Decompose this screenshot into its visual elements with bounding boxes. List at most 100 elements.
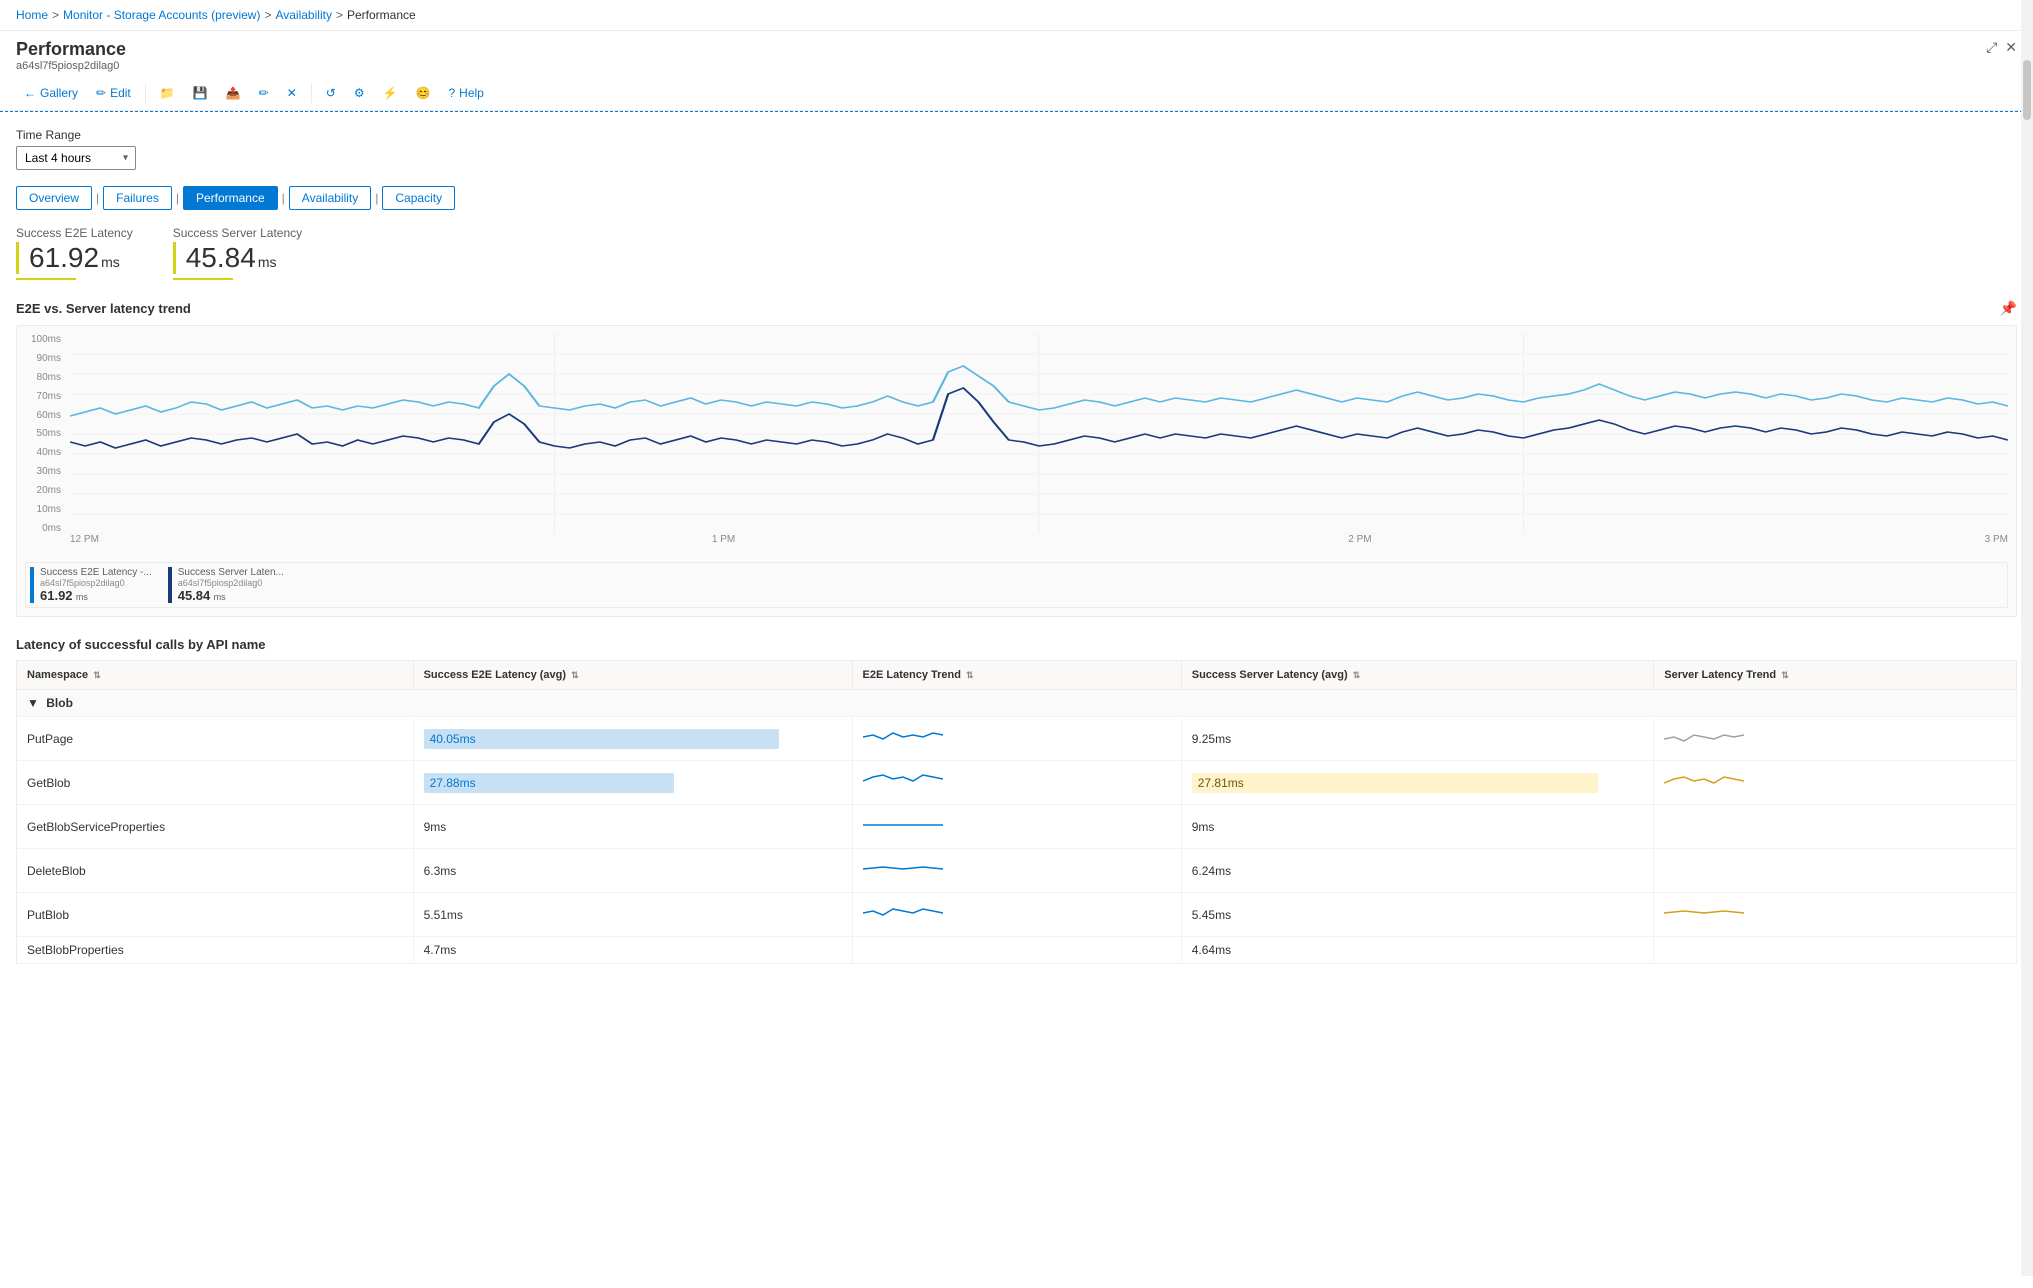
metric-e2e-unit: ms <box>101 254 120 270</box>
chart-legend: Success E2E Latency -... a64sl7f5piosp2d… <box>25 562 2008 608</box>
table-row: GetBlobServiceProperties 9ms 9ms <box>17 805 2017 849</box>
edit-icon: ✏ <box>96 86 106 100</box>
table-body: ▼ Blob PutPage 40.05ms 9.25ms <box>17 690 2017 964</box>
x-label-1pm: 1 PM <box>712 534 735 545</box>
time-range-section: Time Range Last 4 hours Last 1 hour Last… <box>16 128 2017 170</box>
legend-server: Success Server Laten... a64sl7f5piosp2di… <box>168 567 284 603</box>
chart-section: E2E vs. Server latency trend 📌 100ms 90m… <box>16 300 2017 617</box>
breadcrumb-monitor[interactable]: Monitor - Storage Accounts (preview) <box>63 8 260 22</box>
sort-server-trend-icon[interactable]: ⇅ <box>1781 670 1789 680</box>
table-row: GetBlob 27.88ms 27.81ms <box>17 761 2017 805</box>
flash-button[interactable]: ⚡ <box>375 82 406 104</box>
folder-icon: 📁 <box>160 86 175 100</box>
x-label-3pm: 3 PM <box>1985 534 2008 545</box>
y-label-80: 80ms <box>25 372 65 383</box>
tab-performance[interactable]: Performance <box>183 186 278 210</box>
tab-capacity[interactable]: Capacity <box>382 186 455 210</box>
folder-button[interactable]: 📁 <box>152 82 183 104</box>
breadcrumb-home[interactable]: Home <box>16 8 48 22</box>
col-server-trend: Server Latency Trend ⇅ <box>1654 661 2017 690</box>
cell-e2e-trend <box>852 893 1181 937</box>
scrollbar-thumb[interactable] <box>2023 60 2031 120</box>
tab-overview[interactable]: Overview <box>16 186 92 210</box>
metric-e2e-underline <box>16 278 76 280</box>
chart-area: 100ms 90ms 80ms 70ms 60ms 50ms 40ms 30ms… <box>25 334 2008 554</box>
cell-server-trend <box>1654 937 2017 964</box>
cell-server-trend <box>1654 849 2017 893</box>
data-table: Namespace ⇅ Success E2E Latency (avg) ⇅ … <box>16 660 2017 964</box>
cell-e2e-trend-putpage <box>852 717 1181 761</box>
settings-button[interactable]: ⚙ <box>346 82 373 104</box>
cell-namespace: GetBlobServiceProperties <box>17 805 414 849</box>
gallery-icon: ← <box>24 86 36 100</box>
chart-container: 100ms 90ms 80ms 70ms 60ms 50ms 40ms 30ms… <box>16 325 2017 617</box>
y-label-90: 90ms <box>25 353 65 364</box>
legend-server-sub: a64sl7f5piosp2dilag0 <box>178 578 284 588</box>
table-section: Latency of successful calls by API name … <box>16 637 2017 964</box>
metric-e2e-bar <box>16 242 19 274</box>
close-button[interactable]: ✕ <box>2005 39 2017 56</box>
gallery-button[interactable]: ← Gallery <box>16 82 86 104</box>
col-server-avg: Success Server Latency (avg) ⇅ <box>1181 661 1654 690</box>
gallery-label: Gallery <box>40 86 78 100</box>
bar-e2e-putpage: 40.05ms <box>424 729 779 749</box>
metric-server-unit: ms <box>258 254 277 270</box>
table-row: PutBlob 5.51ms 5.45ms <box>17 893 2017 937</box>
tab-failures[interactable]: Failures <box>103 186 172 210</box>
y-label-20: 20ms <box>25 485 65 496</box>
cell-e2e-trend-getblob <box>852 761 1181 805</box>
sort-e2e-icon[interactable]: ⇅ <box>571 670 579 680</box>
share-button[interactable]: 📤 <box>218 82 249 104</box>
col-e2e-avg: Success E2E Latency (avg) ⇅ <box>413 661 852 690</box>
emoji-icon: 😊 <box>416 86 431 100</box>
y-label-0: 0ms <box>25 523 65 534</box>
table-row: PutPage 40.05ms 9.25ms <box>17 717 2017 761</box>
sort-e2e-trend-icon[interactable]: ⇅ <box>966 670 974 680</box>
tab-bar: Overview | Failures | Performance | Avai… <box>16 186 2017 210</box>
time-range-label: Time Range <box>16 128 2017 142</box>
y-label-100: 100ms <box>25 334 65 345</box>
refresh-icon: ↺ <box>326 86 336 100</box>
cell-server: 9ms <box>1181 805 1654 849</box>
legend-server-color <box>168 567 172 603</box>
toolbar-separator-1 <box>145 83 146 103</box>
tab-availability[interactable]: Availability <box>289 186 371 210</box>
main-content: Time Range Last 4 hours Last 1 hour Last… <box>0 112 2033 1288</box>
x-label-2pm: 2 PM <box>1348 534 1371 545</box>
bar-e2e-getblob: 27.88ms <box>424 773 675 793</box>
pencil-button[interactable]: ✏ <box>251 82 277 104</box>
y-label-70: 70ms <box>25 391 65 402</box>
metric-server-bar <box>173 242 176 274</box>
flash-icon: ⚡ <box>383 86 398 100</box>
save-icon: 💾 <box>193 86 208 100</box>
cell-e2e-getblob: 27.88ms <box>413 761 852 805</box>
breadcrumb-availability[interactable]: Availability <box>275 8 331 22</box>
breadcrumb: Home > Monitor - Storage Accounts (previ… <box>0 0 2033 31</box>
metric-server-value: 45.84 <box>186 242 256 274</box>
trend-svg-server-getblob <box>1664 767 1744 795</box>
chart-pin-button[interactable]: 📌 <box>2000 300 2017 317</box>
x-axis: 12 PM 1 PM 2 PM 3 PM <box>70 534 2008 554</box>
chart-title: E2E vs. Server latency trend <box>16 301 191 316</box>
sort-namespace-icon[interactable]: ⇅ <box>93 670 101 680</box>
emoji-button[interactable]: 😊 <box>408 82 439 104</box>
refresh-button[interactable]: ↺ <box>318 82 344 104</box>
cell-e2e: 9ms <box>413 805 852 849</box>
save-button[interactable]: 💾 <box>185 82 216 104</box>
scrollbar[interactable] <box>2021 0 2033 1276</box>
delete-button[interactable]: ✕ <box>279 82 305 104</box>
cell-e2e-trend <box>852 805 1181 849</box>
expand-button[interactable]: ⤢ <box>1986 39 1997 56</box>
sort-server-icon[interactable]: ⇅ <box>1353 670 1361 680</box>
metric-e2e-value: 61.92 <box>29 242 99 274</box>
edit-button[interactable]: ✏ Edit <box>88 82 139 104</box>
cell-namespace: PutPage <box>17 717 414 761</box>
time-range-select[interactable]: Last 4 hours Last 1 hour Last 12 hours L… <box>16 146 136 170</box>
cell-e2e-trend <box>852 849 1181 893</box>
table-row: DeleteBlob 6.3ms 6.24ms <box>17 849 2017 893</box>
cell-server: 5.45ms <box>1181 893 1654 937</box>
pencil-icon: ✏ <box>259 86 269 100</box>
metric-e2e-latency: Success E2E Latency 61.92 ms <box>16 226 133 280</box>
help-button[interactable]: ? Help <box>440 82 491 104</box>
legend-server-value: 45.84 <box>178 588 211 603</box>
